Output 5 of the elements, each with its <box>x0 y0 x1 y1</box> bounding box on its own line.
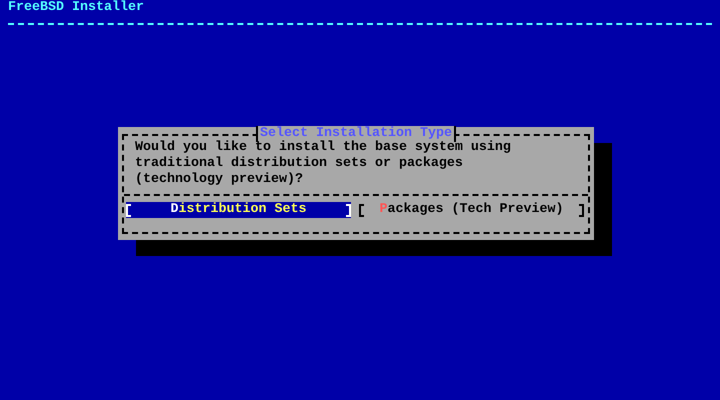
dialog-message: Would you like to install the base system using traditional distribution sets or packages (technology preview)? <box>135 140 512 188</box>
dialog-button[interactable]: Packages (Tech Preview) <box>359 202 584 218</box>
dialog-button[interactable]: Distribution Sets <box>126 202 351 218</box>
installer-title: FreeBSD Installer <box>7 0 144 16</box>
dialog-title: Select Installation Type <box>256 126 456 142</box>
